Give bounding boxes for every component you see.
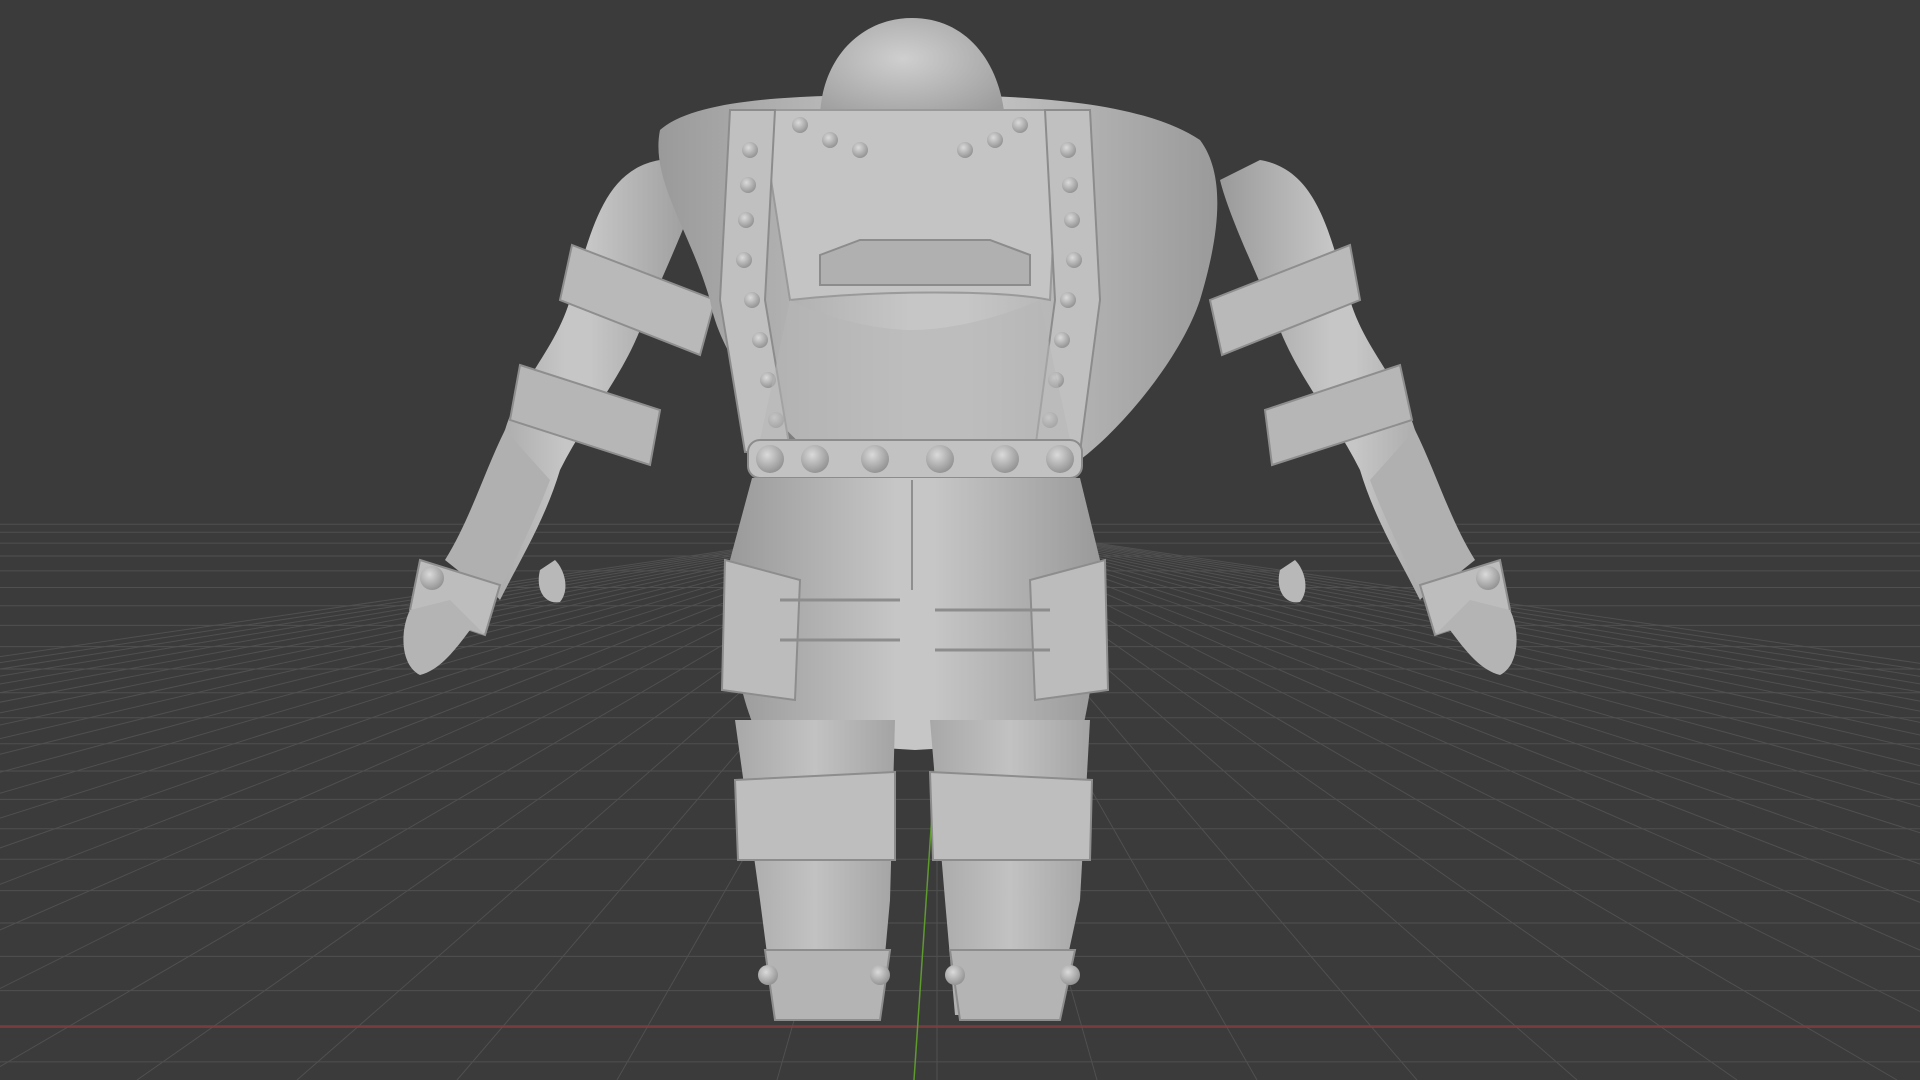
strap-rivet bbox=[1060, 292, 1076, 308]
strap-rivet bbox=[1066, 252, 1082, 268]
strap-rivet bbox=[738, 212, 754, 228]
3d-viewport[interactable] bbox=[0, 0, 1920, 1080]
strap-rivet bbox=[744, 292, 760, 308]
right-thigh-pouch bbox=[1028, 558, 1110, 702]
left-thigh-pouch bbox=[720, 558, 802, 702]
strap-rivet bbox=[736, 252, 752, 268]
harness-vent bbox=[819, 239, 1031, 286]
strap-rivet bbox=[852, 142, 868, 158]
right-boot bbox=[948, 949, 1077, 1021]
strap-rivet bbox=[822, 132, 838, 148]
strap-rivet bbox=[957, 142, 973, 158]
strap-rivet bbox=[792, 117, 808, 133]
belt-rivet bbox=[991, 445, 1019, 473]
strap-rivet bbox=[1012, 117, 1028, 133]
strap-rivet bbox=[1062, 177, 1078, 193]
belt-rivet bbox=[1046, 445, 1074, 473]
left-knee-band bbox=[733, 770, 896, 861]
strap-rivet bbox=[1060, 142, 1076, 158]
left-boot bbox=[763, 949, 892, 1021]
strap-rivet bbox=[742, 142, 758, 158]
belt-rivet bbox=[801, 445, 829, 473]
right-knee-band bbox=[928, 770, 1094, 861]
strap-rivet bbox=[987, 132, 1003, 148]
strap-rivet bbox=[1064, 212, 1080, 228]
strap-rivet bbox=[740, 177, 756, 193]
strap-rivet bbox=[1054, 332, 1070, 348]
strap-rivet bbox=[752, 332, 768, 348]
belt bbox=[747, 439, 1083, 479]
belt-rivet bbox=[861, 445, 889, 473]
belt-rivet bbox=[756, 445, 784, 473]
belt-rivet bbox=[926, 445, 954, 473]
